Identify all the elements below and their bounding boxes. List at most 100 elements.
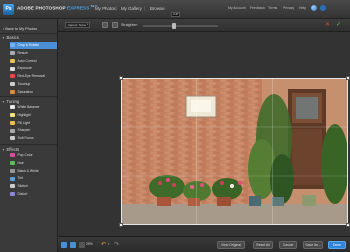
- sidebar-item-fill-light[interactable]: Fill Light: [10, 120, 57, 127]
- flip-icon[interactable]: [112, 22, 118, 28]
- link-terms[interactable]: Terms: [268, 6, 277, 10]
- auto-correct-icon: [10, 58, 15, 63]
- sidebar-item-saturation[interactable]: Saturation: [10, 89, 57, 96]
- view-original-button[interactable]: View Original: [217, 241, 245, 249]
- collapse-arrow-icon: ▼: [2, 36, 5, 40]
- white-balance-icon: [10, 105, 15, 110]
- sidebar-item-crop-rotate[interactable]: Crop & Rotate: [10, 42, 57, 49]
- edit-sidebar: ‹ Back to My Photos ▼ Basics Crop & Rotat…: [0, 19, 58, 252]
- fit-screen-icon[interactable]: [61, 242, 67, 248]
- cancel-button[interactable]: Cancel: [279, 241, 297, 249]
- done-button[interactable]: Done: [328, 241, 346, 249]
- sidebar-item-sharpen[interactable]: Sharpen: [10, 127, 57, 134]
- divider: [0, 33, 57, 34]
- exposure-icon: [10, 66, 15, 71]
- sidebar-item-sketch[interactable]: Sketch: [10, 183, 57, 190]
- undo-dropdown-icon[interactable]: ▾: [108, 242, 110, 246]
- tint-icon: [10, 176, 15, 181]
- link-help[interactable]: Help: [299, 6, 306, 10]
- sidebar-item-label: Sketch: [17, 184, 28, 189]
- sidebar-item-tint[interactable]: Tint: [10, 175, 57, 182]
- sidebar-item-label: Touchup: [17, 82, 31, 86]
- nav-my-photos[interactable]: My Photos: [95, 6, 116, 11]
- aspect-select-value: Aspect: None: [68, 23, 87, 27]
- brand-express: EXPRESS: [66, 5, 90, 11]
- crop-handle-bottom-left[interactable]: [119, 223, 123, 227]
- brand-main: PHOTOSHOP: [35, 5, 66, 11]
- chevron-down-icon: ▾: [86, 23, 88, 26]
- nav-browse[interactable]: Browse: [150, 6, 165, 11]
- sidebar-item-label: Auto Correct: [17, 58, 37, 63]
- soft-focus-icon: [10, 136, 15, 141]
- save-as-button[interactable]: Save As...: [303, 241, 323, 249]
- black-white-icon: [10, 168, 15, 173]
- crop-rotate-icon: [10, 43, 15, 48]
- aspect-select[interactable]: Aspect: None ▾: [65, 22, 90, 28]
- sidebar-item-white-balance[interactable]: White Balance: [10, 104, 57, 111]
- sidebar-item-label: Tint: [17, 176, 24, 181]
- crop-handle-top-left[interactable]: [119, 76, 123, 80]
- globe-icon[interactable]: [311, 5, 317, 11]
- sidebar-item-label: Fill Light: [17, 120, 31, 125]
- pop-color-icon: [10, 153, 15, 158]
- sidebar-item-label: Hue: [17, 160, 24, 165]
- divider: [0, 96, 57, 97]
- sidebar-item-label: Red-Eye Removal: [17, 74, 46, 79]
- photoshop-express-logo: Ps: [3, 4, 14, 15]
- straighten-slider[interactable]: [143, 24, 218, 27]
- section-basics[interactable]: ▼ Basics: [2, 35, 19, 40]
- sidebar-item-exposure[interactable]: Exposure: [10, 65, 57, 72]
- fill-light-icon: [10, 120, 15, 125]
- red-eye-icon: [10, 74, 15, 79]
- sidebar-item-highlight[interactable]: Highlight: [10, 112, 57, 119]
- crop-handle-bottom-right[interactable]: [346, 223, 350, 227]
- saturation-icon: [10, 89, 15, 94]
- sidebar-item-auto-correct[interactable]: Auto Correct: [10, 58, 57, 65]
- crop-frame[interactable]: [119, 76, 350, 227]
- highlight-icon: [10, 112, 15, 117]
- redo-icon[interactable]: ↷: [114, 241, 119, 248]
- sidebar-item-distort[interactable]: Distort: [10, 191, 57, 198]
- straighten-slider-thumb[interactable]: [172, 22, 176, 29]
- confirm-check-icon[interactable]: ✓: [335, 22, 342, 29]
- hue-icon: [10, 160, 15, 165]
- sidebar-item-touchup[interactable]: Touchup: [10, 81, 57, 88]
- sidebar-item-label: Black & White: [17, 168, 39, 173]
- sidebar-item-label: Resize: [17, 50, 28, 55]
- sidebar-item-resize[interactable]: Resize: [10, 50, 57, 57]
- cancel-x-icon[interactable]: ✕: [324, 22, 331, 29]
- sidebar-item-pop-color[interactable]: Pop Color: [10, 152, 57, 159]
- distort-icon: [10, 192, 15, 197]
- straighten-value-tooltip: -0.47: [171, 12, 180, 17]
- link-feedback[interactable]: Feedback: [250, 6, 265, 10]
- zoom-in-icon[interactable]: [79, 242, 85, 248]
- collapse-arrow-icon: ▼: [2, 148, 5, 152]
- sidebar-item-black-white[interactable]: Black & White: [10, 168, 57, 175]
- help-icon[interactable]: [320, 5, 326, 11]
- sidebar-item-hue[interactable]: Hue: [10, 160, 57, 167]
- sidebar-item-label: Soft Focus: [17, 136, 34, 141]
- straighten-label: Straighten: [121, 22, 138, 27]
- section-basics-title: Basics: [6, 35, 19, 40]
- undo-icon[interactable]: ↶: [101, 241, 106, 248]
- link-privacy[interactable]: Privacy: [283, 6, 294, 10]
- sidebar-item-soft-focus[interactable]: Soft Focus: [10, 135, 57, 142]
- zoom-level: 25%: [86, 242, 93, 246]
- sidebar-item-red-eye-removal[interactable]: Red-Eye Removal: [10, 73, 57, 80]
- nav-separator: |: [144, 6, 146, 11]
- crop-toolbar: Aspect: None ▾ Straighten ✕ ✓: [58, 19, 350, 32]
- reset-all-button[interactable]: Reset All: [253, 241, 273, 249]
- photo-canvas: [58, 32, 350, 236]
- sidebar-item-label: Sharpen: [17, 128, 31, 133]
- crop-grid: [121, 78, 348, 225]
- rotate-icon[interactable]: [102, 22, 108, 28]
- nav-my-gallery[interactable]: My Gallery: [121, 6, 142, 11]
- back-to-my-photos-link[interactable]: ‹ Back to My Photos: [3, 27, 37, 31]
- link-my-account[interactable]: My Account: [228, 6, 246, 10]
- crop-handle-top-right[interactable]: [346, 76, 350, 80]
- touchup-icon: [10, 82, 15, 87]
- zoom-out-icon[interactable]: [70, 242, 76, 248]
- sharpen-icon: [10, 128, 15, 133]
- sketch-icon: [10, 184, 15, 189]
- sidebar-item-label: Saturation: [17, 89, 33, 94]
